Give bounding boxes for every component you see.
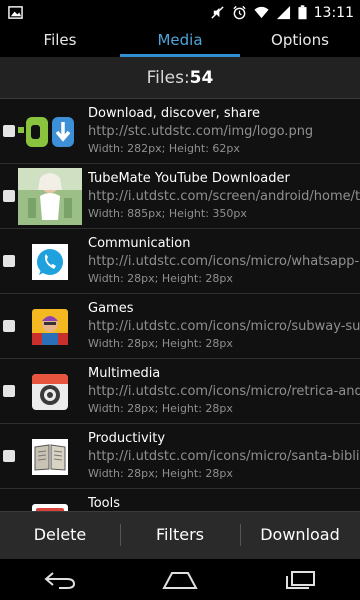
nav-bar bbox=[0, 559, 360, 600]
item-dimensions: Width: 28px; Height: 28px bbox=[88, 402, 233, 415]
list-item[interactable]: Communication http://i.utdstc.com/icons/… bbox=[0, 229, 360, 294]
tab-options[interactable]: Options bbox=[240, 25, 360, 57]
files-count-label: Files: bbox=[146, 68, 190, 88]
item-title: Games bbox=[88, 301, 134, 316]
image-notification-icon bbox=[8, 6, 23, 19]
home-button[interactable] bbox=[150, 564, 210, 596]
list-item[interactable]: Tools bbox=[0, 489, 360, 511]
media-list: Download, discover, share http://stc.utd… bbox=[0, 99, 360, 511]
item-title: Communication bbox=[88, 236, 191, 251]
action-bar: Delete Filters Download bbox=[0, 511, 360, 559]
item-checkbox[interactable] bbox=[3, 190, 15, 202]
recents-icon bbox=[286, 570, 315, 589]
item-title: Multimedia bbox=[88, 366, 161, 381]
list-item[interactable]: TubeMate YouTube Downloader http://i.utd… bbox=[0, 164, 360, 229]
tools-icon bbox=[18, 493, 82, 511]
list-item[interactable]: Multimedia http://i.utdstc.com/icons/mic… bbox=[0, 359, 360, 424]
battery-icon bbox=[298, 5, 307, 20]
download-button[interactable]: Download bbox=[240, 512, 360, 559]
item-checkbox[interactable] bbox=[3, 385, 15, 397]
uptodown-logo-icon bbox=[18, 103, 82, 160]
recents-button[interactable] bbox=[270, 564, 330, 596]
tab-media[interactable]: Media bbox=[120, 25, 240, 57]
files-count-value: 54 bbox=[189, 68, 214, 88]
whatsapp-icon bbox=[18, 233, 82, 290]
alarm-icon bbox=[233, 5, 246, 20]
status-bar: 13:11 bbox=[0, 0, 360, 25]
files-count-header: Files:54 bbox=[0, 57, 360, 99]
back-button[interactable] bbox=[30, 564, 90, 596]
mute-icon bbox=[211, 6, 224, 19]
item-url: http://i.utdstc.com/icons/micro/santa-bi… bbox=[88, 449, 360, 464]
item-url: http://i.utdstc.com/icons/micro/retrica-… bbox=[88, 384, 360, 399]
filters-button[interactable]: Filters bbox=[120, 512, 240, 559]
item-title: Productivity bbox=[88, 431, 166, 446]
item-title: TubeMate YouTube Downloader bbox=[88, 171, 290, 186]
item-url: http://i.utdstc.com/screen/android/home/… bbox=[88, 189, 360, 204]
item-dimensions: Width: 282px; Height: 62px bbox=[88, 142, 240, 155]
list-item[interactable]: Games http://i.utdstc.com/icons/micro/su… bbox=[0, 294, 360, 359]
item-dimensions: Width: 28px; Height: 28px bbox=[88, 272, 233, 285]
item-url: http://i.utdstc.com/icons/micro/subway-s… bbox=[88, 319, 360, 334]
delete-button[interactable]: Delete bbox=[0, 512, 120, 559]
status-time: 13:11 bbox=[313, 4, 354, 21]
wifi-icon bbox=[254, 6, 269, 19]
item-checkbox[interactable] bbox=[3, 450, 15, 462]
item-url: http://stc.utdstc.com/img/logo.png bbox=[88, 124, 314, 139]
home-icon bbox=[162, 571, 198, 589]
item-url: http://i.utdstc.com/icons/micro/whatsapp… bbox=[88, 254, 360, 269]
list-item[interactable]: Download, discover, share http://stc.utd… bbox=[0, 99, 360, 164]
item-title: Tools bbox=[88, 496, 121, 511]
item-checkbox[interactable] bbox=[3, 125, 15, 137]
bible-book-icon bbox=[18, 428, 82, 485]
tab-files[interactable]: Files bbox=[0, 25, 120, 57]
item-dimensions: Width: 28px; Height: 28px bbox=[88, 337, 233, 350]
list-item[interactable]: Productivity http://i.utdstc.com/icons/m… bbox=[0, 424, 360, 489]
item-checkbox[interactable] bbox=[3, 255, 15, 267]
subway-surfers-icon bbox=[18, 298, 82, 355]
tab-bar: Files Media Options bbox=[0, 25, 360, 57]
item-dimensions: Width: 885px; Height: 350px bbox=[88, 207, 247, 220]
retrica-icon bbox=[18, 363, 82, 420]
item-title: Download, discover, share bbox=[88, 106, 260, 121]
item-dimensions: Width: 28px; Height: 28px bbox=[88, 467, 233, 480]
tubemate-screenshot-icon bbox=[18, 168, 82, 225]
item-checkbox[interactable] bbox=[3, 320, 15, 332]
signal-icon bbox=[276, 5, 290, 20]
back-icon bbox=[44, 571, 76, 589]
